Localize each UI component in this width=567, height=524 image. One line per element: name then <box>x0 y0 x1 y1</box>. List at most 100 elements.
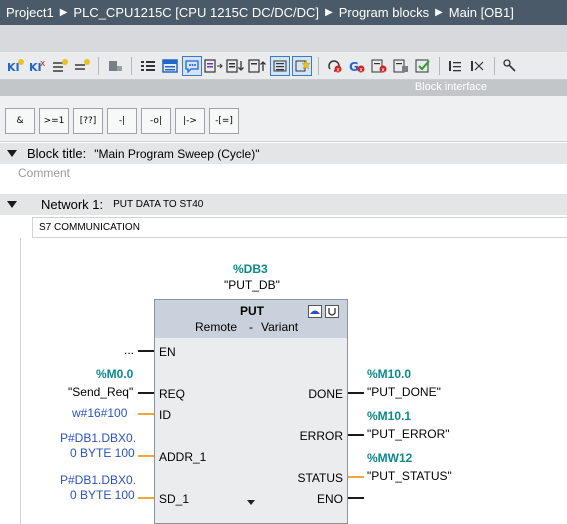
block-title-value[interactable]: "Main Program Sweep (Cycle)" <box>94 147 259 161</box>
show-absolute-icon[interactable] <box>160 56 180 76</box>
assignment-button[interactable]: -[=] <box>209 108 239 134</box>
no-contact-button[interactable]: -| <box>107 108 137 134</box>
breadcrumb-program-blocks[interactable]: Program blocks <box>339 5 429 20</box>
pin-done: DONE <box>308 387 343 401</box>
delete-network-icon[interactable]: KI x <box>28 56 48 76</box>
operand-sd-1-line2[interactable]: 0 BYTE 100 <box>70 488 135 502</box>
favorite-star-icon[interactable] <box>292 55 312 76</box>
pin-sd-1: SD_1 <box>159 492 190 506</box>
chevron-right-icon: ▶ <box>435 7 443 18</box>
monitor-icon[interactable] <box>391 56 411 76</box>
operand-addr-1-line1[interactable]: P#DB1.DBX0. <box>60 431 136 445</box>
power-rail <box>20 238 21 524</box>
operand-sd-1-line1[interactable]: P#DB1.DBX0. <box>60 473 136 487</box>
reset-icon[interactable]: x <box>325 56 345 76</box>
breadcrumb: Project1 ▶ PLC_CPU1215C [CPU 1215C DC/DC… <box>0 0 567 25</box>
operand-req-symbol[interactable]: "Send_Req" <box>68 385 133 399</box>
operand-en[interactable]: ... <box>124 343 134 357</box>
block-header-remote: Remote <box>195 320 238 334</box>
check-icon[interactable] <box>413 56 433 76</box>
close-all-icon[interactable] <box>468 56 488 76</box>
instruction-palette: & >=1 [??] -| -o| |-> -[=] <box>0 96 567 142</box>
svg-text:G: G <box>349 60 359 74</box>
wire-req <box>138 392 154 394</box>
list-icon[interactable] <box>270 55 290 76</box>
chevron-right-icon: ▶ <box>325 7 333 18</box>
breadcrumb-main-ob1[interactable]: Main [OB1] <box>449 5 514 20</box>
upload-icon[interactable] <box>248 56 268 76</box>
pin-error: ERROR <box>299 429 343 443</box>
block-interface-bar[interactable]: Block interface <box>0 80 567 96</box>
breadcrumb-plc[interactable]: PLC_CPU1215C [CPU 1215C DC/DC/DC] <box>73 5 319 20</box>
wire-en <box>138 350 154 352</box>
operand-error-address[interactable]: %M10.1 <box>367 409 411 423</box>
collapse-caret-icon[interactable] <box>7 150 17 157</box>
operand-addr-1-line2[interactable]: 0 BYTE 100 <box>70 446 135 460</box>
toolbar-separator <box>131 56 132 75</box>
block-name: PUT <box>240 304 264 318</box>
operand-req-address[interactable]: %M0.0 <box>96 367 133 381</box>
pin-status: STATUS <box>297 471 343 485</box>
block-comment[interactable]: Comment <box>18 166 70 180</box>
show-comments-icon[interactable] <box>182 55 202 76</box>
show-all-icon[interactable] <box>138 56 158 76</box>
block-title-label: Block title: <box>27 146 87 161</box>
configuration-icon[interactable] <box>325 305 339 318</box>
wire-error <box>348 434 364 436</box>
chevron-right-icon: ▶ <box>59 7 68 18</box>
pin-eno: ENO <box>316 492 343 506</box>
and-instruction-button[interactable]: & <box>5 108 35 134</box>
show-favorites-icon[interactable] <box>204 56 224 76</box>
network-header[interactable]: Network 1: PUT DATA TO ST40 <box>0 194 567 215</box>
instance-db-name[interactable]: "PUT_DB" <box>224 278 280 292</box>
block-title-row[interactable]: Block title: "Main Program Sweep (Cycle)… <box>0 143 567 164</box>
block-interface-label: Block interface <box>414 81 487 93</box>
operand-status-symbol[interactable]: "PUT_STATUS" <box>367 469 452 483</box>
network-comment[interactable]: S7 COMMUNICATION <box>32 217 567 238</box>
pin-req: REQ <box>159 387 186 401</box>
pin-id: ID <box>159 408 171 422</box>
tree-icon[interactable] <box>501 56 521 76</box>
wire-done <box>348 392 364 394</box>
operand-error-symbol[interactable]: "PUT_ERROR" <box>367 427 450 441</box>
download-icon[interactable] <box>226 56 246 76</box>
insert-network-icon[interactable]: KI <box>6 56 26 76</box>
network-label: Network 1: <box>41 197 104 212</box>
toolbar-separator <box>98 56 99 75</box>
toolbar-separator <box>439 56 440 75</box>
go-online-icon[interactable] <box>105 56 125 76</box>
go-to-prev-error-icon[interactable]: x <box>369 56 389 76</box>
pin-addr-1: ADDR_1 <box>159 450 207 464</box>
add-row-icon[interactable] <box>72 56 92 76</box>
operand-done-address[interactable]: %M10.0 <box>367 367 411 381</box>
or-instruction-button[interactable]: >=1 <box>39 108 69 134</box>
block-header-sep: - <box>249 320 253 334</box>
editor-top-strip <box>0 25 567 52</box>
block-header-variant: Variant <box>261 320 299 334</box>
wire-sd-1 <box>138 497 154 499</box>
diagnostics-icon[interactable] <box>308 305 322 318</box>
put-function-block[interactable]: PUT Remote - Variant EN REQ ID ADDR_1 SD… <box>154 299 348 524</box>
editor-toolbar: KI KI x x Gx x <box>0 52 567 80</box>
branch-button[interactable]: |-> <box>175 108 205 134</box>
go-to-next-error-icon[interactable]: Gx <box>347 56 367 76</box>
wire-eno <box>348 497 364 499</box>
wire-status <box>348 476 364 478</box>
svg-text:KI: KI <box>7 61 20 74</box>
wire-addr-1 <box>138 455 154 457</box>
insert-row-icon[interactable] <box>50 56 70 76</box>
network-title[interactable]: PUT DATA TO ST40 <box>113 199 203 210</box>
svg-text:x: x <box>359 66 363 73</box>
operand-done-symbol[interactable]: "PUT_DONE" <box>367 385 441 399</box>
svg-text:x: x <box>381 66 385 73</box>
empty-box-button[interactable]: [??] <box>73 108 103 134</box>
operand-id[interactable]: w#16#100 <box>72 406 127 420</box>
collapse-caret-icon[interactable] <box>7 201 17 208</box>
breadcrumb-project[interactable]: Project1 <box>6 5 54 20</box>
nc-contact-button[interactable]: -o| <box>141 108 171 134</box>
instance-db-address[interactable]: %DB3 <box>233 262 268 276</box>
operand-status-address[interactable]: %MW12 <box>367 451 412 465</box>
open-all-icon[interactable] <box>446 56 466 76</box>
expand-block-icon[interactable] <box>247 500 255 505</box>
toolbar-separator <box>494 56 495 75</box>
